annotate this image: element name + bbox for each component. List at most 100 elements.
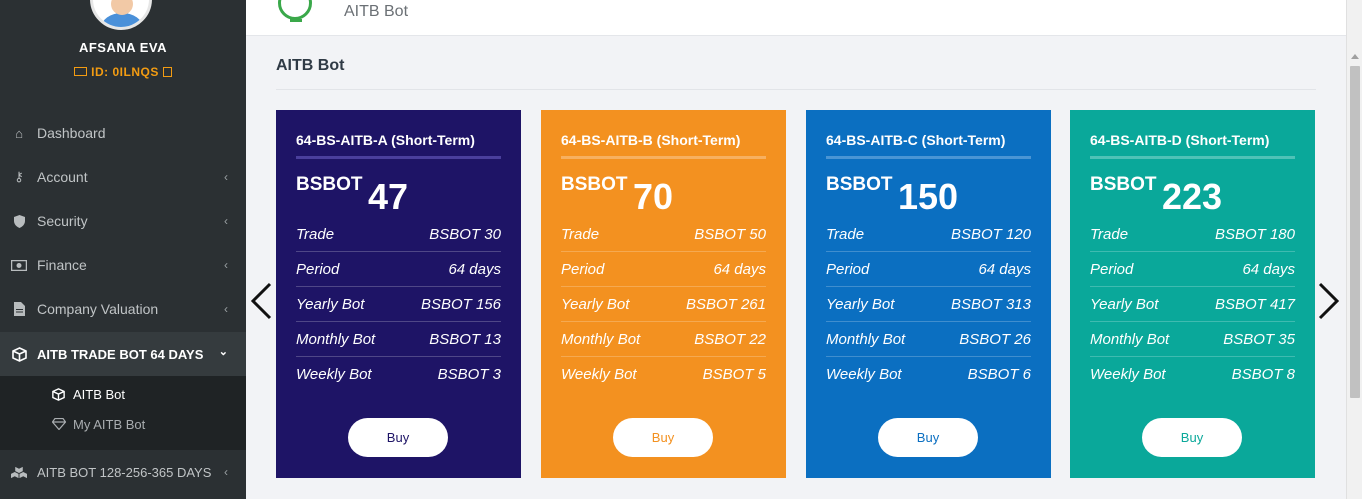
row-label: Monthly Bot	[296, 330, 376, 348]
chevron-left-icon: ‹	[224, 214, 228, 228]
plan-row-weekly: Weekly Bot BSBOT 3	[296, 357, 501, 392]
sidebar-item-label: Dashboard	[37, 125, 106, 141]
chevron-left-icon: ‹	[224, 302, 228, 316]
row-label: Yearly Bot	[826, 295, 895, 313]
row-label: Yearly Bot	[561, 295, 630, 313]
chevron-left-icon: ‹	[224, 258, 228, 272]
row-value: BSBOT 22	[694, 330, 766, 348]
row-label: Weekly Bot	[826, 366, 902, 383]
plan-row-yearly: Yearly Bot BSBOT 313	[826, 287, 1031, 322]
file-icon	[11, 301, 27, 317]
row-value: BSBOT 26	[959, 330, 1031, 348]
sidebar-item-aitb-bot-long[interactable]: AITB BOT 128-256-365 DAYS ‹	[0, 450, 246, 494]
scrollbar[interactable]	[1346, 0, 1362, 499]
cubes-icon	[11, 464, 27, 480]
price-currency: BSBOT	[826, 174, 893, 195]
plan-row-period: Period 64 days	[826, 252, 1031, 287]
diamond-icon	[51, 418, 66, 430]
sidebar-item-dashboard[interactable]: ⌂ Dashboard	[0, 111, 246, 155]
plan-row-period: Period 64 days	[1090, 252, 1295, 287]
row-label: Trade	[1090, 225, 1129, 243]
sidebar-item-aitb-trade-bot[interactable]: AITB TRADE BOT 64 DAYS ⌄	[0, 332, 246, 376]
header: AITB Bot	[246, 0, 1346, 36]
row-value: BSBOT 180	[1214, 225, 1295, 243]
id-card-icon	[74, 67, 88, 76]
buy-button[interactable]: Buy	[1142, 418, 1242, 457]
row-label: Period	[1090, 260, 1134, 278]
sidebar-item-label: Finance	[37, 257, 87, 273]
carousel-next-button[interactable]	[1318, 282, 1340, 320]
row-label: Weekly Bot	[296, 366, 372, 383]
price-value: 47	[368, 176, 409, 217]
key-icon: ⚷	[14, 169, 24, 184]
row-value: BSBOT 6	[967, 366, 1031, 383]
row-label: Trade	[296, 225, 335, 243]
user-name: AFSANA EVA	[78, 40, 168, 55]
copy-icon[interactable]	[162, 67, 172, 77]
scroll-up-arrow-icon[interactable]	[1351, 54, 1359, 59]
plan-row-trade: Trade BSBOT 180	[1090, 217, 1295, 252]
row-value: BSBOT 261	[685, 295, 766, 313]
row-label: Period	[296, 260, 340, 278]
cube-icon	[51, 387, 66, 401]
user-id-text: ID: 0ILNQS	[91, 65, 159, 79]
sidebar-item-account[interactable]: ⚷ Account ‹	[0, 155, 246, 199]
money-icon	[11, 257, 27, 273]
avatar[interactable]	[90, 0, 152, 30]
plan-row-yearly: Yearly Bot BSBOT 156	[296, 287, 501, 322]
sidebar-item-label: AITB TRADE BOT 64 DAYS	[37, 346, 204, 362]
card-divider	[296, 156, 501, 159]
card-divider	[826, 156, 1031, 159]
row-value: 64 days	[448, 260, 501, 278]
buy-button[interactable]: Buy	[878, 418, 978, 457]
scrollbar-thumb[interactable]	[1350, 66, 1360, 398]
plan-title: 64-BS-AITB-A (Short-Term)	[296, 132, 475, 148]
row-value: BSBOT 8	[1231, 366, 1295, 383]
chevron-right-icon	[1318, 282, 1340, 320]
row-label: Weekly Bot	[561, 366, 637, 383]
carousel-prev-button[interactable]	[250, 282, 272, 320]
buy-button[interactable]: Buy	[348, 418, 448, 457]
plan-row-yearly: Yearly Bot BSBOT 417	[1090, 287, 1295, 322]
plan-row-yearly: Yearly Bot BSBOT 261	[561, 287, 766, 322]
row-value: 64 days	[713, 260, 766, 278]
price-value: 70	[633, 176, 674, 217]
price-value: 223	[1162, 176, 1223, 217]
row-value: 64 days	[978, 260, 1031, 278]
plan-card-b: 64-BS-AITB-B (Short-Term) BSBOT 70 Trade…	[541, 110, 786, 478]
submenu-item-label: AITB Bot	[73, 386, 126, 402]
avatar-body	[101, 13, 143, 27]
row-value: BSBOT 30	[429, 225, 501, 243]
chevron-left-icon: ‹	[224, 170, 228, 184]
sidebar-item-security[interactable]: Security ‹	[0, 199, 246, 243]
plan-row-monthly: Monthly Bot BSBOT 26	[826, 322, 1031, 357]
plan-row-weekly: Weekly Bot BSBOT 6	[826, 357, 1031, 392]
sidebar-item-finance[interactable]: Finance ‹	[0, 243, 246, 287]
sidebar-item-label: Security	[37, 213, 88, 229]
row-value: BSBOT 3	[437, 366, 501, 383]
price-value: 150	[898, 176, 959, 217]
row-value: BSBOT 120	[950, 225, 1031, 243]
buy-button[interactable]: Buy	[613, 418, 713, 457]
card-divider	[561, 156, 766, 159]
user-id: ID: 0ILNQS	[0, 65, 246, 79]
submenu-item-label: My AITB Bot	[73, 416, 146, 432]
row-value: BSBOT 313	[950, 295, 1031, 313]
plan-row-monthly: Monthly Bot BSBOT 35	[1090, 322, 1295, 357]
plan-row-weekly: Weekly Bot BSBOT 5	[561, 357, 766, 392]
plan-row-trade: Trade BSBOT 30	[296, 217, 501, 252]
sidebar-item-company-valuation[interactable]: Company Valuation ‹	[0, 287, 246, 331]
row-label: Monthly Bot	[1090, 330, 1170, 348]
plan-card-d: 64-BS-AITB-D (Short-Term) BSBOT 223 Trad…	[1070, 110, 1315, 478]
submenu-item-aitb-bot[interactable]: AITB Bot	[51, 384, 125, 404]
plan-row-trade: Trade BSBOT 120	[826, 217, 1031, 252]
row-value: BSBOT 13	[429, 330, 501, 348]
submenu-item-my-aitb-bot[interactable]: My AITB Bot	[51, 414, 145, 434]
row-value: BSBOT 50	[694, 225, 766, 243]
sidebar-item-label: AITB BOT 128-256-365 DAYS	[37, 464, 212, 480]
plan-row-monthly: Monthly Bot BSBOT 22	[561, 322, 766, 357]
plan-card-a: 64-BS-AITB-A (Short-Term) BSBOT 47 Trade…	[276, 110, 521, 478]
row-label: Monthly Bot	[561, 330, 641, 348]
sidebar-item-label: Account	[37, 169, 88, 185]
row-label: Period	[561, 260, 605, 278]
